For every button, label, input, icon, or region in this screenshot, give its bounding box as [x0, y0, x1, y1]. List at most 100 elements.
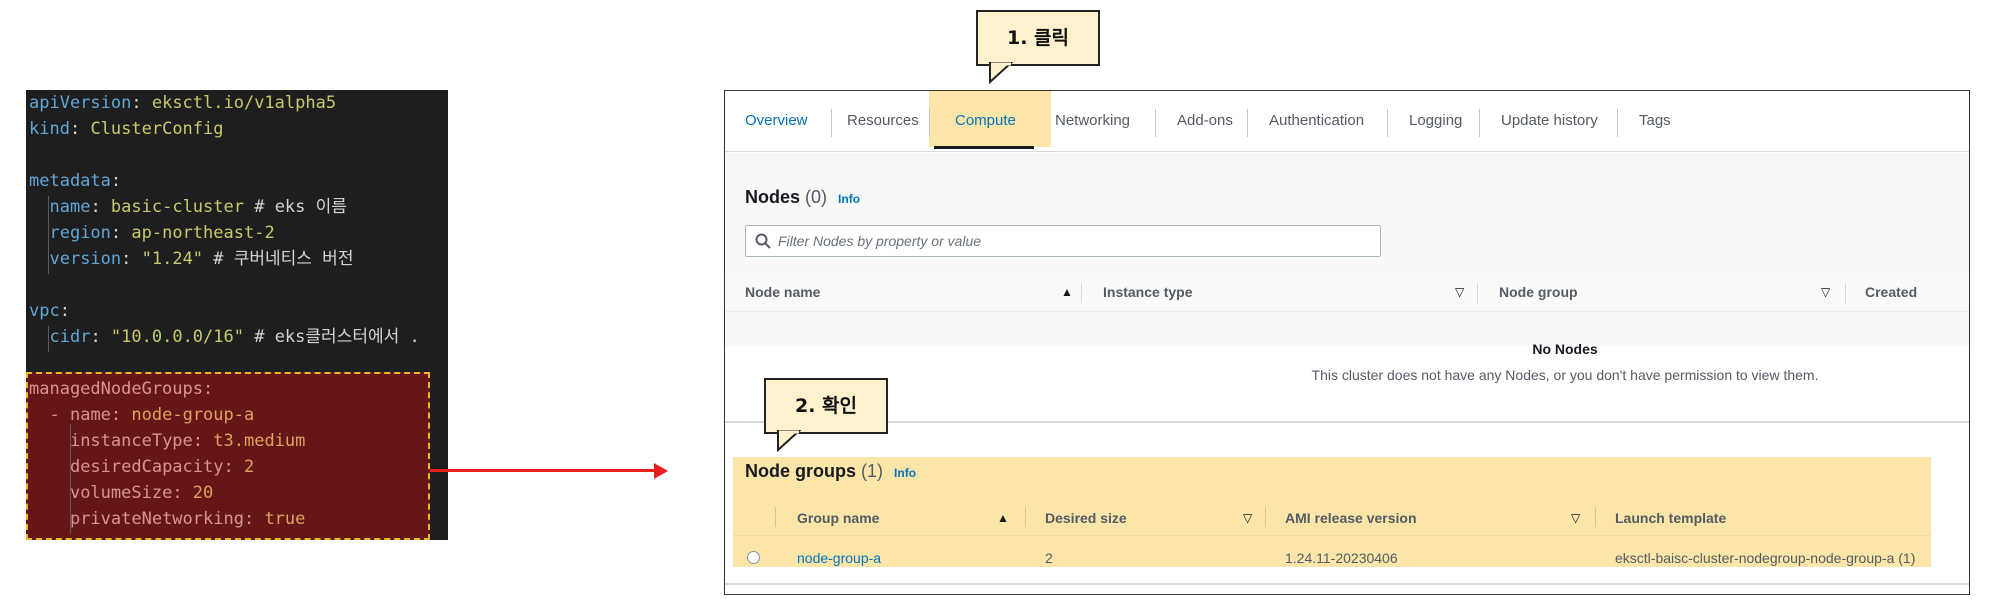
- code-line-group-name: - name: node-group-a: [29, 402, 254, 428]
- yaml-value: eksctl.io/v1alpha5: [151, 93, 337, 113]
- panel-bottom-border: [725, 583, 1969, 585]
- yaml-key: privateNetworking: [69, 509, 244, 529]
- tab-separator: [1387, 109, 1388, 137]
- sort-ascending-icon[interactable]: ▲: [1061, 273, 1073, 311]
- column-separator: [775, 507, 776, 527]
- tab-logging[interactable]: Logging: [1389, 103, 1482, 139]
- yaml-key: vpc: [29, 301, 60, 321]
- column-group-name[interactable]: Group name: [797, 501, 879, 535]
- arrow-head-icon: [654, 463, 668, 479]
- yaml-key: instanceType: [69, 431, 193, 451]
- arrow-right-icon: [430, 469, 656, 472]
- column-separator: [1081, 283, 1082, 303]
- node-groups-info-link[interactable]: Info: [894, 466, 916, 480]
- column-separator: [1265, 507, 1266, 527]
- node-groups-count: (1): [861, 461, 884, 481]
- yaml-colon: :: [223, 457, 244, 477]
- yaml-colon: :: [172, 483, 193, 503]
- tab-add-ons[interactable]: Add-ons: [1157, 103, 1253, 139]
- nodes-info-link[interactable]: Info: [838, 192, 860, 206]
- yaml-colon: :: [69, 119, 91, 139]
- yaml-value: 2: [243, 457, 255, 477]
- search-icon: [755, 233, 771, 249]
- node-group-ami-version: 1.24.11-20230406: [1285, 550, 1398, 566]
- filter-placeholder: Filter Nodes by property or value: [778, 233, 982, 249]
- column-separator: [1477, 283, 1478, 303]
- yaml-colon: :: [121, 249, 142, 269]
- yaml-value: "10.0.0.0/16": [110, 327, 244, 347]
- yaml-code-editor: apiVersion: eksctl.io/v1alpha5 kind: Clu…: [26, 90, 448, 540]
- eks-cluster-panel: Overview Resources Compute Networking Ad…: [724, 90, 1970, 595]
- tab-separator: [1617, 109, 1618, 137]
- column-separator: [1595, 507, 1596, 527]
- column-ami-release-version[interactable]: AMI release version: [1285, 501, 1417, 535]
- callout-step1: 1. 클릭: [976, 10, 1100, 66]
- tab-networking[interactable]: Networking: [1035, 103, 1150, 139]
- yaml-colon: :: [131, 93, 152, 113]
- node-groups-title: Node groups: [745, 461, 856, 481]
- active-tab-underline: [934, 146, 1034, 149]
- empty-state-title: No Nodes: [1532, 341, 1598, 357]
- yaml-colon: :: [243, 509, 265, 529]
- sort-ascending-icon[interactable]: ▲: [997, 501, 1009, 535]
- yaml-comment: # eks클러스터에서 .: [243, 327, 420, 347]
- section-divider: [725, 421, 1969, 423]
- tab-compute[interactable]: Compute: [935, 103, 1036, 139]
- tab-tags[interactable]: Tags: [1619, 103, 1691, 139]
- sort-descending-icon[interactable]: ▽: [1455, 273, 1464, 311]
- radio-button-icon[interactable]: [747, 551, 760, 564]
- code-line-instance-type: instanceType: t3.medium: [29, 428, 305, 454]
- tab-update-history[interactable]: Update history: [1481, 103, 1618, 139]
- yaml-key: region: [49, 223, 111, 243]
- code-line-apiversion: apiVersion: eksctl.io/v1alpha5: [29, 90, 336, 116]
- yaml-value: basic-cluster: [110, 197, 244, 217]
- yaml-colon: :: [192, 431, 214, 451]
- yaml-colon: :: [110, 223, 132, 243]
- yaml-value: node-group-a: [131, 405, 255, 425]
- yaml-value: ClusterConfig: [90, 119, 224, 139]
- yaml-colon: :: [90, 197, 111, 217]
- yaml-colon: :: [203, 379, 214, 399]
- node-group-launch-template: eksctl-baisc-cluster-nodegroup-node-grou…: [1615, 550, 1916, 566]
- column-launch-template[interactable]: Launch template: [1615, 501, 1726, 535]
- column-created[interactable]: Created: [1865, 273, 1917, 311]
- sort-descending-icon[interactable]: ▽: [1571, 501, 1580, 535]
- yaml-value: t3.medium: [213, 431, 306, 451]
- code-line-cidr: cidr: "10.0.0.0/16" # eks클러스터에서 .: [29, 324, 420, 350]
- sort-descending-icon[interactable]: ▽: [1821, 273, 1830, 311]
- yaml-colon: :: [110, 171, 122, 191]
- column-node-group[interactable]: Node group: [1499, 273, 1578, 311]
- tab-overview[interactable]: Overview: [725, 103, 828, 139]
- yaml-key: metadata: [29, 171, 111, 191]
- yaml-colon: :: [110, 405, 132, 425]
- yaml-key: apiVersion: [29, 93, 132, 113]
- code-line-name: name: basic-cluster # eks 이름: [29, 194, 346, 220]
- tab-separator: [1155, 109, 1156, 137]
- yaml-value: 20: [192, 483, 214, 503]
- sort-descending-icon[interactable]: ▽: [1243, 501, 1252, 535]
- code-line-region: region: ap-northeast-2: [29, 220, 274, 246]
- yaml-key: name: [49, 197, 91, 217]
- code-line-private-networking: privateNetworking: true: [29, 506, 305, 532]
- tab-resources[interactable]: Resources: [827, 103, 939, 139]
- code-line-desired-capacity: desiredCapacity: 2: [29, 454, 254, 480]
- code-line-vpc: vpc:: [29, 298, 70, 324]
- node-group-desired-size: 2: [1045, 550, 1053, 566]
- nodes-title: Nodes: [745, 187, 801, 207]
- column-separator: [1845, 283, 1846, 303]
- tab-authentication[interactable]: Authentication: [1249, 103, 1384, 139]
- callout-step2: 2. 확인: [764, 378, 888, 434]
- yaml-key: volumeSize: [69, 483, 173, 503]
- node-group-name-link[interactable]: node-group-a: [797, 547, 881, 569]
- yaml-colon: :: [90, 327, 111, 347]
- tab-separator: [1479, 109, 1480, 137]
- column-instance-type[interactable]: Instance type: [1103, 273, 1192, 311]
- code-line-version: version: "1.24" # 쿠버네티스 버전: [29, 246, 353, 272]
- code-line-managed-node-groups: managedNodeGroups:: [29, 376, 213, 402]
- column-desired-size[interactable]: Desired size: [1045, 501, 1127, 535]
- column-node-name[interactable]: Node name: [745, 273, 820, 311]
- code-line-metadata: metadata:: [29, 168, 121, 194]
- table-row-divider: [733, 535, 1931, 536]
- column-separator: [1025, 507, 1026, 527]
- filter-nodes-input[interactable]: Filter Nodes by property or value: [745, 225, 1381, 257]
